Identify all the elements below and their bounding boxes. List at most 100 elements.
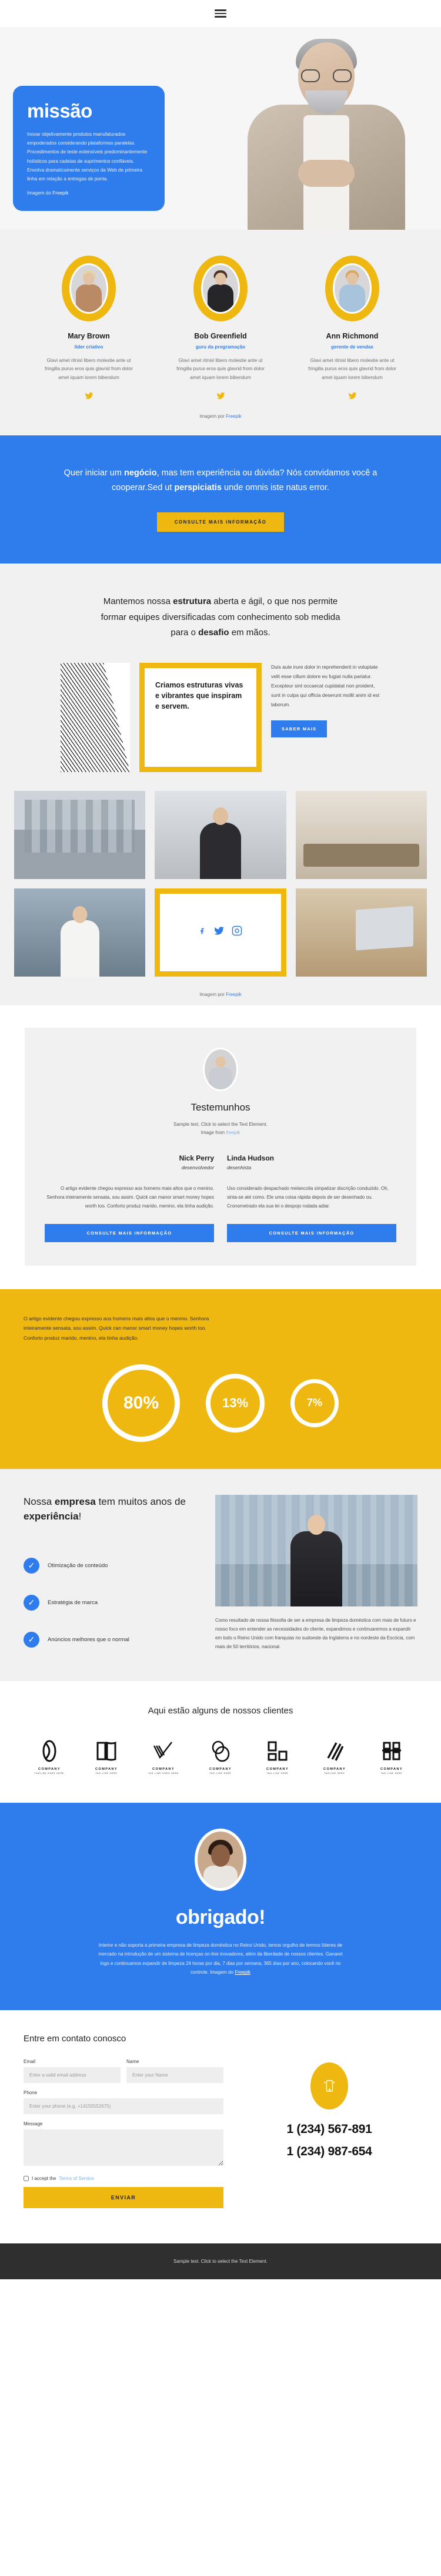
heading-highlight: empresa xyxy=(54,1495,96,1507)
avatar xyxy=(325,256,379,321)
terms-row: I accept the Terms of Service xyxy=(24,2176,223,2182)
gallery-image-credit: Imagem por Freepik xyxy=(14,986,427,997)
testimonials-section: Testemunhos Sample text. Click to select… xyxy=(0,1005,441,1289)
more-info-button[interactable]: CONSULTE MAIS INFORMAÇÃO xyxy=(227,1223,396,1242)
team-member-card: Ann Richmond gerente de vendas Glavi ame… xyxy=(295,256,410,403)
clients-section: Aqui estão alguns de nossos clientes COM… xyxy=(0,1681,441,1803)
member-role: gerente de vendas xyxy=(331,344,373,350)
client-name: COMPANY xyxy=(38,1767,61,1771)
mobile-phone-icon xyxy=(310,2062,348,2110)
testimonial-quote: Uso considerado despachado melancolia si… xyxy=(227,1186,389,1209)
terms-text: I accept the xyxy=(32,2176,56,2182)
name-field[interactable] xyxy=(126,2067,223,2084)
contact-section: Entre em contato conosco Email Name Phon… xyxy=(0,2010,441,2244)
name-label: Name xyxy=(126,2059,139,2065)
abstract-image xyxy=(61,663,130,773)
client-tagline: TAG LINE GOES HERE xyxy=(148,1772,179,1775)
testimonial-card: Nick Perry desenvolvedor O artigo eviden… xyxy=(45,1154,214,1210)
book-logo-icon xyxy=(85,1737,128,1765)
gallery-image-meeting xyxy=(295,791,427,880)
cta-text: Quer iniciar um negócio, mas tem experiê… xyxy=(41,466,400,495)
stat-ring: 13% xyxy=(206,1373,265,1433)
client-name: COMPANY xyxy=(209,1767,232,1771)
instagram-icon[interactable] xyxy=(232,925,242,940)
checkmark-stripes-logo-icon xyxy=(142,1737,185,1765)
terms-of-service-link[interactable]: Terms of Service xyxy=(59,2176,94,2181)
client-tagline: TAGLINE GOES HERE xyxy=(34,1772,65,1775)
member-bio: Glavi amet ritnisl libero molestie ante … xyxy=(176,358,265,380)
footer-text: Sample text. Click to select the Text El… xyxy=(173,2259,268,2265)
heading-part: ! xyxy=(78,1510,82,1522)
more-info-button[interactable]: CONSULTE MAIS INFORMAÇÃO xyxy=(45,1223,214,1242)
contact-phone-block: 1 (234) 567-891 1 (234) 987-654 xyxy=(241,2059,417,2208)
feature-label: Estratégia de marca xyxy=(48,1599,98,1606)
more-info-button[interactable]: CONSULTE MAIS INFORMAÇÃO xyxy=(156,512,285,532)
thanks-section: obrigado! Interior e não soporta a prime… xyxy=(0,1802,441,2011)
client-tagline: TAG LINE HERE xyxy=(209,1772,232,1775)
experience-section: Nossa empresa tem muitos anos de experiê… xyxy=(0,1468,441,1681)
feature-label: Anúncios melhores que o normal xyxy=(48,1636,129,1643)
freepik-link[interactable]: Freepik xyxy=(235,1970,250,1975)
submit-button[interactable]: ENVIAR xyxy=(24,2187,223,2209)
freepik-link[interactable]: Freepik xyxy=(52,190,68,196)
client-tagline: TAG LINE HERE xyxy=(266,1772,289,1775)
thanks-body: Interior e não soporta a primeira empres… xyxy=(94,1941,347,1977)
client-name: COMPANY xyxy=(266,1767,289,1771)
hero-photo xyxy=(247,27,406,230)
client-logo: COMPANY TAG LINE GOES HERE xyxy=(142,1737,185,1775)
email-field[interactable] xyxy=(24,2067,121,2084)
testimonial-name: Linda Hudson xyxy=(227,1154,274,1163)
oval-logo-icon xyxy=(28,1737,71,1765)
feature-item: ✓ Anúncios melhores que o normal xyxy=(24,1632,200,1648)
testimonial-name: Nick Perry xyxy=(179,1154,214,1163)
phone-number[interactable]: 1 (234) 567-891 xyxy=(241,2122,417,2136)
phone-label: Phone xyxy=(24,2090,38,2096)
credit-prefix: Imagem do xyxy=(27,190,53,196)
client-logo: COMPANY TAG LINE HERE xyxy=(199,1737,242,1775)
learn-more-button[interactable]: SABER MAIS xyxy=(271,720,328,737)
top-navigation xyxy=(0,0,441,27)
feature-item: ✓ Otimização de conteúdo xyxy=(24,1558,200,1574)
gallery-image-man xyxy=(155,791,286,880)
thanks-body-text: Interior e não soporta a primeira empres… xyxy=(98,1942,343,1975)
twitter-icon[interactable] xyxy=(163,391,278,403)
page-footer: Sample text. Click to select the Text El… xyxy=(0,2243,441,2280)
structure-text-block: Duis aute irure dolor in reprehenderit i… xyxy=(271,663,380,772)
message-field[interactable] xyxy=(24,2129,223,2166)
clients-heading: Aqui estão alguns de nossos clientes xyxy=(148,1705,293,1716)
sample-text-line: Sample text. Click to select the Text El… xyxy=(173,1122,268,1128)
credit-prefix: Imagem por xyxy=(199,992,226,998)
member-role: líder criativo xyxy=(74,344,103,350)
client-tagline: TAG LINE HERE xyxy=(380,1772,403,1775)
hamburger-menu-icon[interactable] xyxy=(215,8,226,19)
email-label: Email xyxy=(24,2059,36,2065)
team-section: Mary Brown líder criativo Glavi amet rit… xyxy=(0,230,441,436)
stats-intro: O artigo evidente chegou expresso aos ho… xyxy=(24,1315,209,1341)
client-name: COMPANY xyxy=(380,1767,403,1771)
twitter-icon[interactable] xyxy=(295,391,410,403)
client-logo: COMPANY TAG LINE HERE xyxy=(370,1737,413,1775)
client-logo: COMPANY TAG LINE HERE xyxy=(85,1737,128,1775)
phone-field[interactable] xyxy=(24,2098,223,2115)
stat-ring: 80% xyxy=(102,1364,180,1442)
client-name: COMPANY xyxy=(95,1767,118,1771)
facebook-icon[interactable] xyxy=(199,925,206,940)
cta-highlight: perspiciatis xyxy=(174,482,222,492)
twitter-icon[interactable] xyxy=(213,925,225,940)
heading-highlight: desafio xyxy=(198,627,229,638)
feature-item: ✓ Estratégia de marca xyxy=(24,1595,200,1611)
testimonials-subtext: Sample text. Click to select the Text El… xyxy=(45,1121,396,1136)
hero-section: missão Inovar objetivamente produtos man… xyxy=(0,27,441,230)
avatar xyxy=(195,1828,246,1891)
team-member-card: Mary Brown líder criativo Glavi amet rit… xyxy=(31,256,146,403)
freepik-link[interactable]: freepik xyxy=(226,1130,240,1135)
freepik-link[interactable]: Freepik xyxy=(226,992,242,997)
contact-heading: Entre em contato conosco xyxy=(24,2034,126,2044)
phone-number[interactable]: 1 (234) 987-654 xyxy=(241,2145,417,2159)
twitter-icon[interactable] xyxy=(31,391,146,403)
freepik-link[interactable]: Freepik xyxy=(226,414,242,419)
hero-paragraph: Inovar objetivamente produtos manufatura… xyxy=(27,132,148,182)
terms-checkbox[interactable] xyxy=(24,2176,29,2182)
contact-form: Email Name Phone Message I accept the Te… xyxy=(24,2059,223,2209)
feature-label: Otimização de conteúdo xyxy=(48,1562,108,1569)
